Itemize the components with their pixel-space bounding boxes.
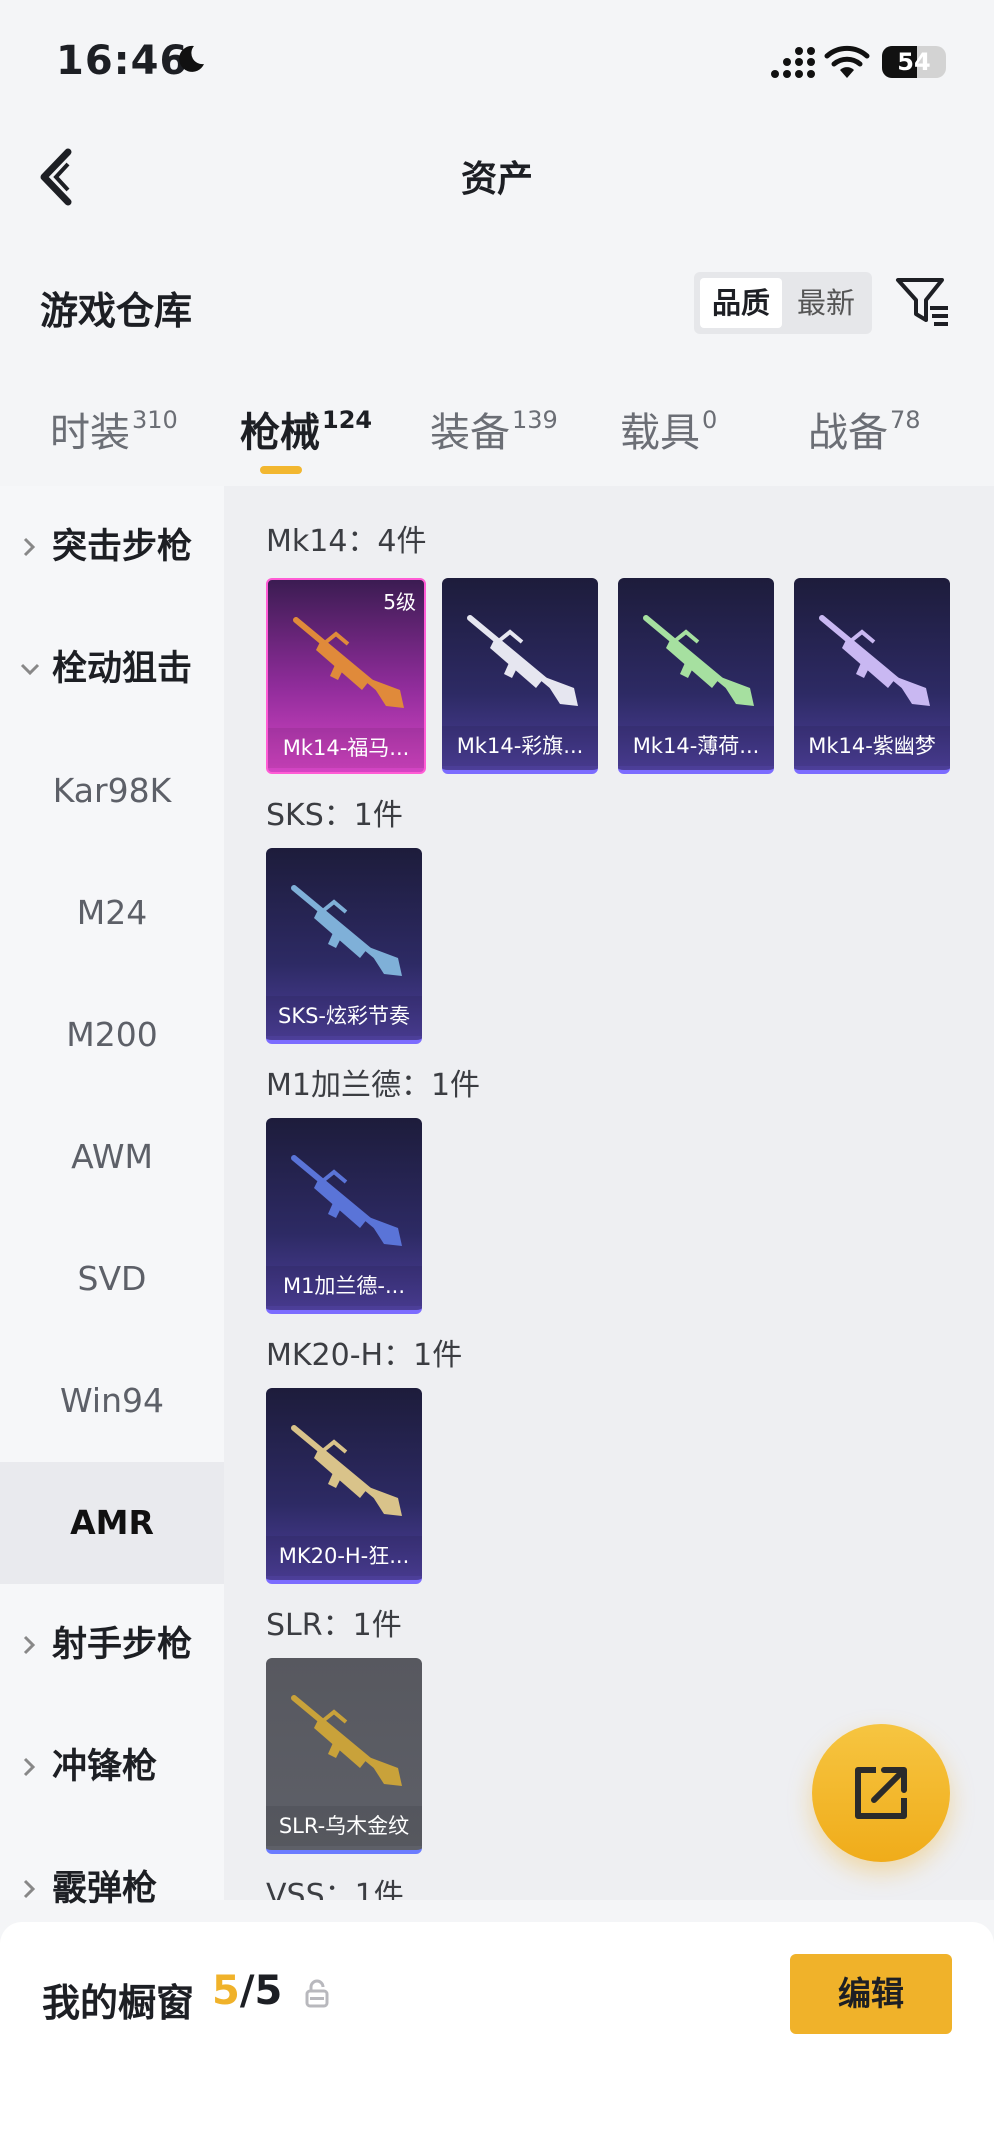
filter-icon[interactable] bbox=[894, 274, 950, 330]
active-tab-indicator bbox=[260, 466, 302, 474]
weapon-name: M1加兰德-... bbox=[266, 1266, 422, 1306]
weapon-card[interactable]: Mk14-紫幽梦 bbox=[794, 578, 950, 774]
rifle-icon bbox=[819, 615, 930, 706]
weapon-category-sidebar: 突击步枪 栓动狙击 Kar98K M24 M200 AWM SVD Win94 … bbox=[0, 486, 224, 1909]
weapon-card[interactable]: 5级 Mk14-福马... bbox=[266, 578, 426, 774]
rifle-icon bbox=[293, 617, 404, 708]
tab-label: 枪械 bbox=[240, 410, 320, 456]
weapon-card[interactable]: Mk14-薄荷... bbox=[618, 578, 774, 774]
moon-icon bbox=[179, 45, 204, 72]
wifi-icon bbox=[824, 45, 870, 78]
showcase-count: 5/5 bbox=[212, 1968, 282, 2014]
rifle-icon bbox=[291, 1695, 402, 1786]
tab-count: 310 bbox=[132, 406, 178, 434]
sidebar-item-label: 射手步枪 bbox=[52, 1625, 193, 1665]
share-external-icon bbox=[855, 1767, 907, 1819]
battery-level: 54 bbox=[897, 48, 931, 76]
sidebar-item-awm[interactable]: AWM bbox=[0, 1096, 224, 1218]
tab-count: 0 bbox=[702, 406, 718, 434]
tab-combat-gear[interactable]: 战备78 bbox=[808, 400, 921, 458]
tab-label: 载具 bbox=[620, 410, 700, 456]
rifle-icon bbox=[291, 1155, 402, 1246]
battery-icon: 54 bbox=[882, 46, 946, 78]
tab-label: 时装 bbox=[50, 410, 130, 456]
rifle-icon bbox=[467, 615, 578, 706]
sidebar-item-bolt-sniper[interactable]: 栓动狙击 bbox=[0, 608, 224, 730]
tab-vehicles[interactable]: 载具0 bbox=[620, 400, 717, 458]
group-title-slr: SLR：1件 bbox=[266, 1608, 402, 1643]
group-title-sks: SKS：1件 bbox=[266, 798, 403, 833]
rifle-icon bbox=[291, 1425, 402, 1516]
tab-label: 战备 bbox=[808, 410, 888, 456]
rifle-icon bbox=[291, 885, 402, 976]
status-bar: 16:46 54 bbox=[0, 0, 994, 120]
status-time: 16:46 bbox=[56, 38, 189, 84]
weapon-name: SLR-乌木金纹 bbox=[266, 1806, 422, 1846]
chevron-right-icon bbox=[23, 1757, 36, 1777]
weapon-name: Mk14-福马... bbox=[268, 728, 424, 768]
showcase-current: 5 bbox=[212, 1968, 240, 2014]
tab-firearms[interactable]: 枪械124 bbox=[240, 400, 372, 458]
cellular-signal-icon bbox=[771, 47, 815, 78]
weapon-grid: Mk14：4件 5级 Mk14-福马... Mk14-彩旗... Mk14-薄荷… bbox=[224, 486, 994, 1900]
page-title: 资产 bbox=[460, 159, 533, 200]
showcase-bar: 我的橱窗 5/5 编辑 bbox=[0, 1922, 994, 2152]
chevron-right-icon bbox=[23, 537, 36, 557]
tab-label: 装备 bbox=[430, 410, 510, 456]
share-button[interactable] bbox=[812, 1724, 950, 1862]
tab-count: 124 bbox=[322, 406, 373, 434]
sidebar-item-m200[interactable]: M200 bbox=[0, 974, 224, 1096]
sidebar-item-smg[interactable]: 冲锋枪 bbox=[0, 1706, 224, 1828]
group-title-vss: VSS：1件 bbox=[266, 1878, 404, 1900]
weapon-card[interactable]: Mk14-彩旗... bbox=[442, 578, 598, 774]
sidebar-item-amr[interactable]: AMR bbox=[0, 1462, 224, 1584]
sidebar-item-win94[interactable]: Win94 bbox=[0, 1340, 224, 1462]
chevron-right-icon bbox=[23, 1635, 36, 1655]
weapon-card[interactable]: MK20-H-狂... bbox=[266, 1388, 422, 1584]
sort-quality-button[interactable]: 品质 bbox=[700, 278, 782, 328]
weapon-name: Mk14-彩旗... bbox=[442, 726, 598, 766]
group-title-mk20h: MK20-H：1件 bbox=[266, 1338, 463, 1373]
edit-button[interactable]: 编辑 bbox=[790, 1954, 952, 2034]
weapon-name: Mk14-紫幽梦 bbox=[794, 726, 950, 766]
chevron-down-icon bbox=[20, 663, 40, 676]
showcase-total: 5 bbox=[254, 1968, 283, 2014]
tab-equipment[interactable]: 装备139 bbox=[430, 400, 558, 458]
category-tabs: 时装310 枪械124 装备139 载具0 战备78 bbox=[0, 400, 994, 486]
rifle-icon bbox=[643, 615, 754, 706]
weapon-name: SKS-炫彩节奏 bbox=[266, 996, 422, 1036]
level-badge: 5级 bbox=[383, 590, 416, 614]
sidebar-item-label: 栓动狙击 bbox=[52, 649, 193, 689]
tab-count: 78 bbox=[890, 406, 921, 434]
sidebar-item-kar98k[interactable]: Kar98K bbox=[0, 730, 224, 852]
lock-icon bbox=[305, 1979, 329, 2008]
weapon-name: Mk14-薄荷... bbox=[618, 726, 774, 766]
sidebar-item-marksman-rifle[interactable]: 射手步枪 bbox=[0, 1584, 224, 1706]
warehouse-title: 游戏仓库 bbox=[40, 289, 193, 333]
sidebar-item-m24[interactable]: M24 bbox=[0, 852, 224, 974]
showcase-title: 我的橱窗 bbox=[42, 1981, 195, 2025]
weapon-card[interactable]: SLR-乌木金纹 bbox=[266, 1658, 422, 1854]
tab-fashion[interactable]: 时装310 bbox=[50, 400, 178, 458]
sort-toggle: 品质 最新 bbox=[694, 272, 872, 334]
group-title-m1-garand: M1加兰德：1件 bbox=[266, 1068, 481, 1103]
sort-newest-button[interactable]: 最新 bbox=[786, 278, 866, 328]
tab-count: 139 bbox=[512, 406, 558, 434]
weapon-name: MK20-H-狂... bbox=[266, 1536, 422, 1576]
sidebar-item-svd[interactable]: SVD bbox=[0, 1218, 224, 1340]
sidebar-item-label: 突击步枪 bbox=[52, 527, 193, 567]
weapon-card[interactable]: SKS-炫彩节奏 bbox=[266, 848, 422, 1044]
showcase-separator: / bbox=[239, 1968, 255, 2014]
weapon-card[interactable]: M1加兰德-... bbox=[266, 1118, 422, 1314]
sidebar-item-assault-rifle[interactable]: 突击步枪 bbox=[0, 486, 224, 608]
group-title-mk14: Mk14：4件 bbox=[266, 524, 427, 559]
sidebar-item-label: 冲锋枪 bbox=[52, 1747, 158, 1787]
